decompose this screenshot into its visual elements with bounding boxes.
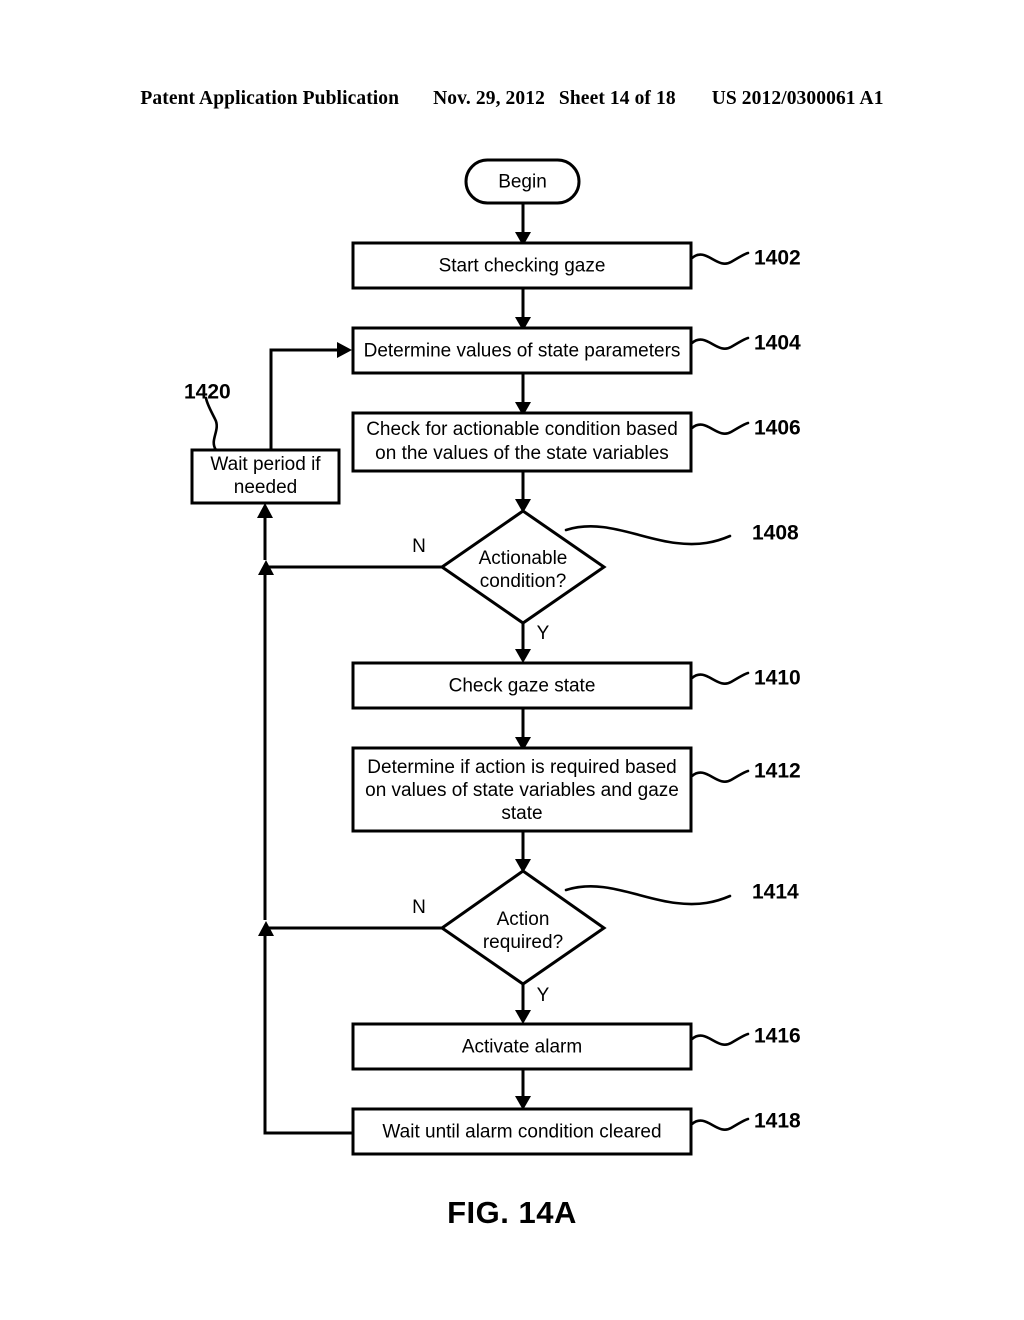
node-1406-label-line2: on the values of the state variables	[375, 443, 669, 464]
node-begin-label: Begin	[498, 172, 547, 193]
figure-caption: FIG. 14A	[447, 1195, 577, 1230]
node-1416: Activate alarm	[351, 1022, 693, 1071]
ref-number-1420: 1420	[184, 381, 231, 404]
node-1412-label-line1: Determine if action is required based	[367, 757, 676, 778]
node-1410-label: Check gaze state	[449, 676, 596, 697]
ref-number-1416: 1416	[754, 1025, 801, 1048]
branch-label-1414-no: N	[412, 897, 426, 918]
node-1406: Check for actionable condition based on …	[351, 411, 693, 473]
branch-label-1408-no: N	[412, 536, 426, 557]
connector-1402-to-1404	[515, 288, 531, 331]
node-1414-label-line2: required?	[483, 932, 563, 953]
node-1402: Start checking gaze	[351, 241, 693, 290]
node-1412-label-line3: state	[501, 803, 542, 824]
node-1408-label-line1: Actionable	[479, 548, 568, 569]
ref-number-1414: 1414	[752, 881, 799, 904]
ref-number-1410: 1410	[754, 667, 801, 690]
node-1420-label-line1: Wait period if	[210, 454, 321, 475]
ref-number-1408: 1408	[752, 522, 799, 545]
connector-1412-to-1414	[515, 831, 531, 873]
connector-1406-to-1408	[515, 471, 531, 513]
leader-1402: 1402	[690, 247, 801, 270]
connector-1416-to-1418	[515, 1069, 531, 1110]
flowchart-diagram: Begin Start checking gaze 1402 Determine…	[184, 158, 801, 1156]
branch-label-1414-yes: Y	[537, 985, 550, 1006]
leader-1410: 1410	[690, 667, 801, 690]
ref-number-1402: 1402	[754, 247, 801, 270]
node-1406-label-line1: Check for actionable condition based	[366, 419, 678, 440]
leader-1408: 1408	[564, 522, 799, 546]
node-1410: Check gaze state	[351, 661, 693, 710]
connector-1418-return	[263, 936, 353, 1135]
leader-1406: 1406	[690, 417, 801, 440]
ref-number-1412: 1412	[754, 760, 801, 783]
ref-number-1418: 1418	[754, 1110, 801, 1133]
node-1418: Wait until alarm condition cleared	[351, 1107, 693, 1156]
node-1412-label-line2: on values of state variables and gaze	[365, 780, 679, 801]
node-1414-label-line1: Action	[497, 909, 550, 930]
connector-1410-to-1412	[515, 708, 531, 751]
leader-1416: 1416	[690, 1025, 801, 1048]
connector-begin-to-1402	[515, 203, 531, 246]
leader-1412: 1412	[690, 760, 801, 783]
node-1408-label-line2: condition?	[480, 571, 567, 592]
patent-figure-page: Patent Application Publication Nov. 29, 2…	[0, 0, 1024, 1320]
node-1418-label: Wait until alarm condition cleared	[382, 1122, 661, 1143]
branch-label-1408-yes: Y	[537, 623, 550, 644]
connector-1420-to-1404	[269, 342, 352, 450]
connector-1404-to-1406	[515, 373, 531, 416]
connector-1414-no: N	[258, 897, 442, 936]
node-1420-label-line2: needed	[234, 477, 297, 498]
connector-1414-yes: Y	[515, 984, 550, 1024]
ref-number-1406: 1406	[754, 417, 801, 440]
connector-1408-yes: Y	[515, 623, 550, 663]
leader-1404: 1404	[690, 332, 801, 355]
leader-1418: 1418	[690, 1110, 801, 1133]
node-1404: Determine values of state parameters	[351, 326, 693, 375]
node-1404-label: Determine values of state parameters	[364, 341, 681, 362]
ref-number-1404: 1404	[754, 332, 801, 355]
node-1412: Determine if action is required based on…	[351, 746, 693, 833]
node-begin: Begin	[464, 158, 581, 205]
node-1416-label: Activate alarm	[462, 1037, 582, 1058]
node-1420: Wait period if needed	[190, 448, 341, 505]
connector-1408-no: N	[258, 536, 442, 575]
leader-1420: 1420	[184, 381, 231, 452]
node-1402-label: Start checking gaze	[439, 256, 606, 277]
leader-1414: 1414	[564, 881, 799, 906]
